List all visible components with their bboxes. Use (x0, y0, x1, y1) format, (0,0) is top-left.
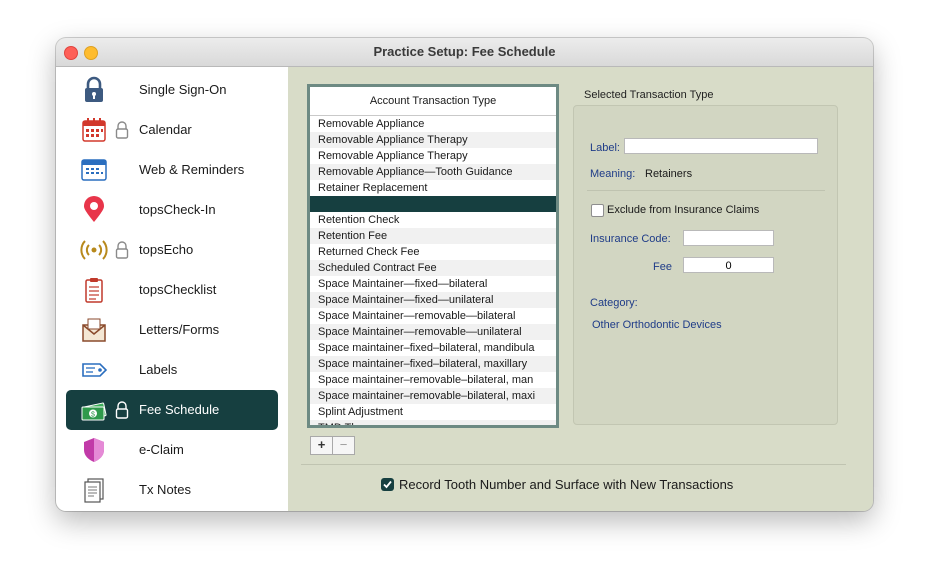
window-title: Practice Setup: Fee Schedule (373, 44, 556, 59)
list-item[interactable]: Retention Check (310, 212, 556, 228)
exclude-insurance-label: Exclude from Insurance Claims (607, 204, 760, 216)
meaning-label: Meaning: (590, 168, 636, 180)
transaction-type-list[interactable]: Account Transaction Type Removable Appli… (307, 84, 559, 428)
sidebar-item-topsecho[interactable]: topsEcho (66, 230, 278, 270)
record-tooth-checkbox[interactable] (381, 478, 394, 491)
list-item[interactable]: Splint Adjustment (310, 404, 556, 420)
notes-icon (84, 478, 104, 503)
sidebar-item-label: Tx Notes (139, 482, 192, 497)
selected-transaction-panel: Label: Meaning: Retainers Exclude from I… (573, 105, 838, 425)
exclude-insurance-checkbox[interactable] (591, 204, 604, 217)
list-item[interactable]: Space Maintainer—fixed—unilateral (310, 292, 556, 308)
remove-row-button[interactable]: − (332, 436, 355, 455)
sidebar-item-label: topsCheck-In (139, 202, 216, 217)
list-header: Account Transaction Type (310, 87, 556, 116)
sidebar-item-single-sign-on[interactable]: Single Sign-On (66, 70, 278, 110)
sidebar-item-topscheck-in[interactable]: topsCheck-In (66, 190, 278, 230)
sidebar-item-label: Fee Schedule (139, 402, 220, 417)
sidebar-item-tx-notes[interactable]: Tx Notes (66, 470, 278, 510)
sidebar-item-letters-forms[interactable]: Letters/Forms (66, 310, 278, 350)
list-item[interactable]: Removable Appliance Therapy (310, 132, 556, 148)
sidebar-item-label: Letters/Forms (139, 322, 220, 337)
sidebar-item-label: topsChecklist (139, 282, 217, 297)
footer-divider (301, 464, 846, 465)
padlock-icon (115, 401, 129, 419)
sidebar-item-label: topsEcho (139, 242, 194, 257)
fee-input[interactable]: 0 (683, 257, 774, 273)
padlock-icon (115, 121, 129, 139)
insurance-code-label: Insurance Code: (590, 233, 671, 245)
shield-icon (84, 438, 104, 462)
sidebar-item-e-claim[interactable]: e-Claim (66, 430, 278, 470)
tag-icon (82, 363, 108, 377)
record-tooth-label: Record Tooth Number and Surface with New… (399, 477, 734, 492)
broadcast-icon (80, 240, 108, 260)
sidebar-item-label: Labels (139, 362, 178, 377)
list-item[interactable]: Retainer Replacement (310, 180, 556, 196)
envelope-icon (82, 318, 106, 342)
title-bar: Practice Setup: Fee Schedule (56, 38, 873, 67)
clipboard-icon (85, 278, 103, 303)
list-item[interactable]: Removable Appliance—Tooth Guidance (310, 164, 556, 180)
list-item[interactable]: Removable Appliance (310, 116, 556, 132)
lock-icon (85, 76, 103, 102)
sidebar-item-labels[interactable]: Labels (66, 350, 278, 390)
app-window: Practice Setup: Fee Schedule Single Sign… (56, 38, 873, 511)
category-value[interactable]: Other Orthodontic Devices (592, 319, 722, 331)
sidebar-item-topschecklist[interactable]: topsChecklist (66, 270, 278, 310)
sidebar: Single Sign-On Calendar Web & Reminders … (56, 67, 288, 511)
list-item[interactable]: Removable Appliance Therapy (310, 148, 556, 164)
calendar-icon (82, 118, 106, 142)
add-row-button[interactable]: + (310, 436, 333, 455)
list-item[interactable]: Space maintainer–fixed–bilateral, maxill… (310, 356, 556, 372)
category-label: Category: (590, 297, 638, 309)
list-item-selected[interactable] (310, 196, 556, 212)
checkmark-icon (383, 480, 392, 489)
divider (587, 190, 825, 191)
fee-label: Fee (653, 261, 672, 273)
list-item[interactable]: TMD Therapy (310, 420, 556, 425)
web-icon (81, 159, 107, 181)
label-field-label: Label: (590, 142, 620, 154)
svg-text:$: $ (91, 412, 95, 419)
list-item[interactable]: Space Maintainer—removable—unilateral (310, 324, 556, 340)
padlock-icon (115, 241, 129, 259)
sidebar-item-label: e-Claim (139, 442, 184, 457)
sidebar-item-web-reminders[interactable]: Web & Reminders (66, 150, 278, 190)
list-item[interactable]: Space maintainer–fixed–bilateral, mandib… (310, 340, 556, 356)
map-pin-icon (84, 196, 104, 222)
list-item[interactable]: Space Maintainer—fixed—bilateral (310, 276, 556, 292)
label-input[interactable] (624, 138, 818, 154)
list-item[interactable]: Space Maintainer—removable—bilateral (310, 308, 556, 324)
meaning-value: Retainers (645, 168, 693, 180)
list-item[interactable]: Space maintainer–removable–bilateral, ma… (310, 372, 556, 388)
insurance-code-input[interactable] (683, 230, 774, 246)
sidebar-item-label: Calendar (139, 122, 192, 137)
selected-transaction-title: Selected Transaction Type (584, 89, 714, 101)
sidebar-item-label: Single Sign-On (139, 82, 227, 97)
main-panel: Account Transaction Type Removable Appli… (288, 67, 873, 511)
list-item[interactable]: Space maintainer–removable–bilateral, ma… (310, 388, 556, 404)
sidebar-item-fee-schedule[interactable]: $ Fee Schedule (66, 390, 278, 430)
list-item[interactable]: Retention Fee (310, 228, 556, 244)
sidebar-item-calendar[interactable]: Calendar (66, 110, 278, 150)
sidebar-item-label: Web & Reminders (139, 162, 245, 177)
money-icon: $ (81, 402, 107, 421)
list-item[interactable]: Returned Check Fee (310, 244, 556, 260)
list-item[interactable]: Scheduled Contract Fee (310, 260, 556, 276)
